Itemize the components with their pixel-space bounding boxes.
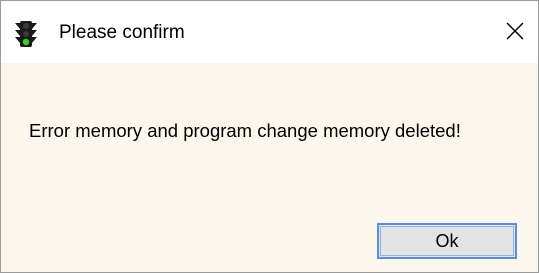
traffic-light-icon: [15, 21, 37, 47]
ok-button[interactable]: Ok: [377, 223, 517, 259]
ok-button-label: Ok: [435, 230, 459, 251]
confirm-message: Error memory and program change memory d…: [29, 120, 461, 141]
confirm-dialog: Please confirm Error memory and program …: [0, 0, 539, 273]
window-title: Please confirm: [59, 22, 185, 43]
dialog-body: Error memory and program change memory d…: [1, 63, 538, 272]
close-icon: [506, 22, 524, 45]
title-bar[interactable]: Please confirm: [1, 1, 538, 63]
close-button[interactable]: [495, 15, 535, 51]
